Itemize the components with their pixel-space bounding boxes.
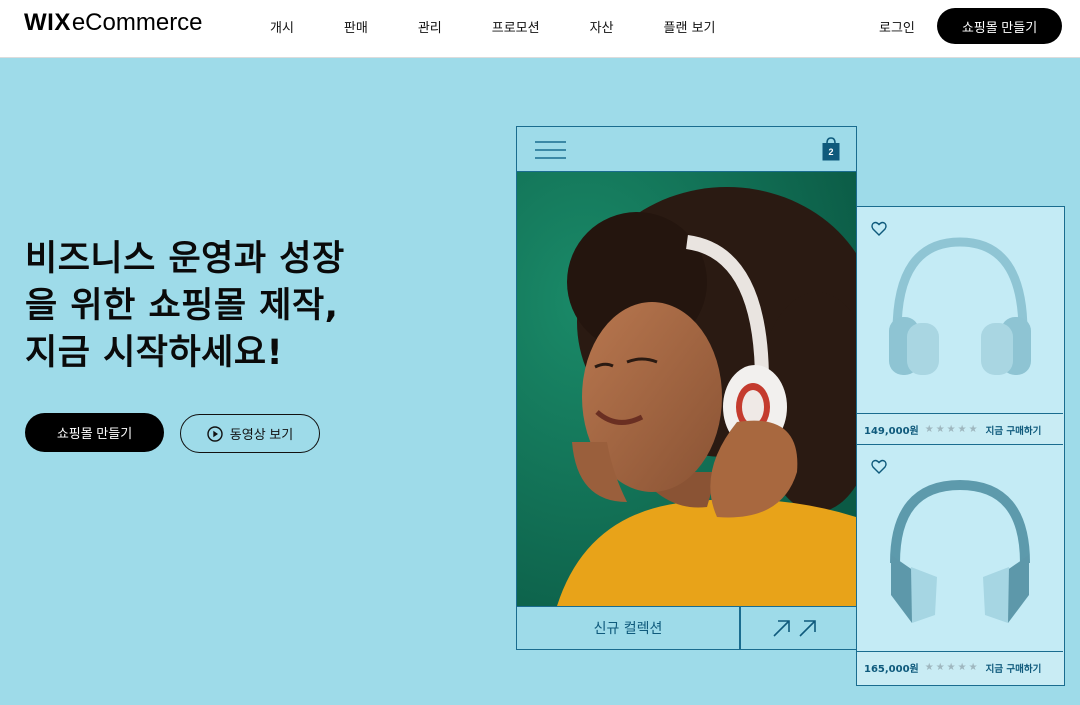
nav-item-promotion[interactable]: 프로모션 (492, 17, 540, 36)
product-card[interactable]: 165,000원 ★★★★★ 지금 구매하기 (857, 445, 1063, 683)
buy-now-link[interactable]: 지금 구매하기 (986, 423, 1042, 437)
logo-brand: WIX (24, 9, 71, 36)
model-with-headphones-image (517, 172, 856, 606)
login-link[interactable]: 로그인 (879, 17, 915, 36)
watch-video-button[interactable]: 동영상 보기 (180, 414, 320, 453)
product-meta: 165,000원 ★★★★★ 지금 구매하기 (857, 651, 1063, 683)
heart-icon[interactable] (871, 459, 887, 474)
headphones-product-image (857, 207, 1063, 413)
nav-item-manage[interactable]: 관리 (418, 17, 442, 36)
wix-ecommerce-logo[interactable]: WIX eCommerce (24, 9, 203, 39)
product-meta: 149,000원 ★★★★★ 지금 구매하기 (857, 413, 1063, 445)
store-mockup-phone: 2 신규 컬렉션 (516, 126, 857, 650)
watch-video-label: 동영상 보기 (229, 427, 294, 442)
product-card[interactable]: 149,000원 ★★★★★ 지금 구매하기 (857, 207, 1063, 445)
rating-stars: ★★★★★ (924, 662, 980, 673)
hero-title: 비즈니스 운영과 성장 을 위한 쇼핑몰 제작, 지금 시작하세요! (25, 236, 405, 377)
rating-stars: ★★★★★ (924, 424, 980, 435)
product-price: 149,000원 (864, 426, 919, 437)
product-cards: 149,000원 ★★★★★ 지금 구매하기 165,000원 ★★★★★ 지금… (856, 206, 1065, 686)
footer-divider (739, 607, 741, 649)
top-navigation-bar: WIX eCommerce 개시 판매 관리 프로모션 자산 플랜 보기 로그인… (0, 0, 1080, 58)
mockup-header: 2 (517, 127, 856, 172)
product-price: 165,000원 (864, 664, 919, 675)
cart-count-badge: 2 (828, 147, 834, 157)
headphones-product-image (857, 445, 1063, 651)
nav-item-sell[interactable]: 판매 (344, 17, 368, 36)
mockup-footer: 신규 컬렉션 (517, 606, 856, 649)
logo-product: eCommerce (71, 9, 203, 36)
menu-icon[interactable] (535, 141, 566, 159)
heart-icon[interactable] (871, 221, 887, 236)
arrow-up-right-icon[interactable] (772, 618, 822, 638)
hero-title-line: 비즈니스 운영과 성장 (25, 239, 345, 279)
hero-title-line: 을 위한 쇼핑몰 제작, (25, 286, 339, 326)
buy-now-link[interactable]: 지금 구매하기 (986, 661, 1042, 675)
create-store-button-header[interactable]: 쇼핑몰 만들기 (937, 8, 1062, 44)
nav-item-resources[interactable]: 자산 (590, 17, 614, 36)
nav-item-start[interactable]: 개시 (270, 17, 294, 36)
hero-title-line: 지금 시작하세요! (25, 333, 284, 373)
shopping-bag-icon[interactable]: 2 (822, 137, 840, 161)
new-collection-link[interactable]: 신규 컬렉션 (517, 607, 739, 649)
main-nav: 개시 판매 관리 프로모션 자산 플랜 보기 (270, 0, 766, 52)
play-icon (207, 425, 223, 442)
create-store-button[interactable]: 쇼핑몰 만들기 (25, 413, 164, 452)
nav-item-plans[interactable]: 플랜 보기 (664, 17, 716, 36)
